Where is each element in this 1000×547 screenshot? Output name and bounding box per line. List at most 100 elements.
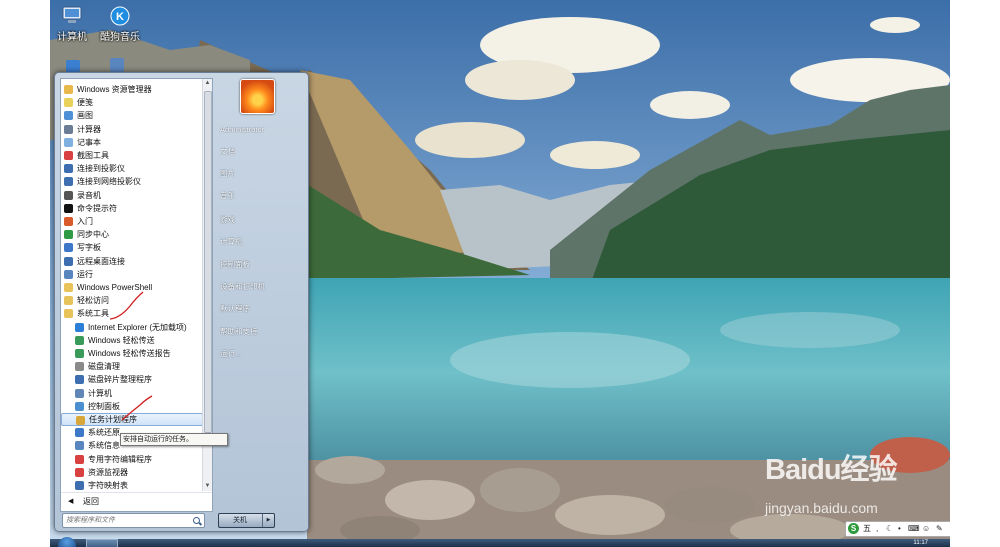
program-item[interactable]: Internet Explorer (无加载项) [61, 321, 201, 334]
program-label: 系统工具 [77, 309, 109, 319]
paint-icon [64, 111, 73, 121]
desktop-screen: 计算机 K 酷狗音乐 Baidu经验 jingyan.baidu.com S 五… [50, 0, 950, 547]
program-item[interactable]: 磁盘碎片整理程序 [61, 373, 201, 386]
program-item[interactable]: 专用字符编辑程序 [61, 453, 201, 466]
program-item[interactable]: 画图 [61, 109, 201, 122]
program-label: 便笺 [77, 98, 93, 108]
program-label: Windows 轻松传送报告 [88, 349, 171, 358]
program-item[interactable]: 远程桌面连接 [61, 255, 201, 268]
program-label: Internet Explorer (无加载项) [88, 322, 187, 332]
program-label: 系统还原 [88, 428, 120, 438]
start-right-item[interactable]: 音乐 [216, 189, 308, 203]
program-label: 远程桌面连接 [77, 256, 125, 266]
watermark-brand: Baidu经验 [765, 454, 898, 486]
program-item[interactable]: 记事本 [61, 136, 201, 149]
ime-toolbar[interactable]: S 五 , ☾ • ⌨ ☺ ✎ [845, 521, 950, 537]
search-icon[interactable] [193, 517, 200, 524]
start-right-item[interactable]: 运行... [216, 347, 308, 361]
keyboard-icon[interactable]: ⌨ [908, 522, 920, 536]
program-item[interactable]: Windows 轻松传送 [61, 334, 201, 347]
program-label: 画图 [77, 111, 93, 121]
skin-icon[interactable]: ☺ [922, 522, 930, 536]
desktop-icon-kugou[interactable]: K 酷狗音乐 [90, 6, 150, 43]
start-search-box[interactable] [62, 513, 205, 528]
program-item[interactable]: 计算机 [61, 387, 201, 400]
comma-icon[interactable]: • [898, 522, 901, 536]
program-item[interactable]: 命令提示符 [61, 202, 201, 215]
easy-transfer-report-icon [75, 349, 84, 358]
program-item[interactable]: 入门 [61, 215, 201, 228]
program-item[interactable]: 磁盘清理 [61, 360, 201, 373]
desktop-shortcut-icon[interactable] [110, 58, 124, 72]
program-label: 任务计划程序 [89, 415, 137, 424]
back-button[interactable]: ◀ 返回 [61, 492, 212, 511]
program-item[interactable]: 录音机 [61, 189, 201, 202]
tooltip: 安排自动运行的任务。 [120, 433, 228, 446]
taskbar-app-button[interactable] [86, 539, 118, 547]
projector-icon [64, 164, 73, 174]
program-item[interactable]: 字符映射表 [61, 479, 201, 492]
shutdown-options-arrow-icon[interactable]: ▶ [262, 514, 274, 527]
char-map-icon [75, 481, 84, 490]
start-right-item[interactable]: 设备和打印机 [216, 280, 308, 294]
taskbar-clock[interactable]: 11:17 [913, 539, 928, 547]
task-scheduler-icon [76, 416, 85, 425]
sogou-ime-icon[interactable]: S [848, 523, 859, 534]
start-menu: Windows 资源管理器便笺画图计算器 记事本 截图工具 连接到投影仪 连接到网络投影… [54, 72, 309, 532]
program-item[interactable]: Windows PowerShell [61, 281, 201, 294]
scroll-thumb[interactable] [204, 91, 212, 433]
scroll-up-arrow-icon[interactable]: ▲ [203, 79, 212, 88]
program-label: 轻松访问 [77, 296, 109, 306]
network-projector-icon [64, 177, 73, 187]
desktop-shortcut-icon[interactable] [66, 60, 80, 72]
ime-mode-label[interactable]: 五 [863, 522, 871, 536]
scroll-down-arrow-icon[interactable]: ▼ [203, 482, 212, 491]
start-right-item[interactable]: 计算机 [216, 235, 308, 249]
program-item[interactable]: Windows 轻松传送报告 [61, 347, 201, 360]
start-right-item[interactable]: 游戏 [216, 213, 308, 227]
program-item[interactable]: 计算器 [61, 123, 201, 136]
start-right-item[interactable]: 图片 [216, 167, 308, 181]
folder-icon [64, 283, 73, 292]
program-item[interactable]: 连接到投影仪 [61, 162, 201, 175]
program-item[interactable]: 控制面板 [61, 400, 201, 413]
program-item[interactable]: 截图工具 [61, 149, 201, 162]
notepad-icon [64, 137, 73, 147]
start-right-item[interactable]: 控制面板 [216, 258, 308, 272]
program-label: 磁盘清理 [88, 362, 120, 372]
sticky-notes-icon [64, 98, 73, 108]
start-right-item[interactable]: 帮助和支持 [216, 325, 308, 339]
program-label: 录音机 [77, 190, 101, 200]
microphone-icon [64, 190, 73, 200]
start-button-orb-icon[interactable] [58, 537, 76, 547]
program-list-scrollbar[interactable]: ▲ ▼ [202, 79, 212, 491]
getting-started-icon [64, 217, 73, 226]
program-item[interactable]: 便笺 [61, 96, 201, 109]
program-item[interactable]: 写字板 [61, 241, 201, 254]
program-list: Windows 资源管理器便笺画图计算器 记事本 截图工具 连接到投影仪 连接到网络投影… [61, 79, 203, 491]
user-name-link[interactable]: Administrator [216, 123, 308, 137]
user-avatar[interactable] [240, 79, 275, 114]
program-item[interactable]: 运行 [61, 268, 201, 281]
desktop-icon-label: 酷狗音乐 [100, 32, 140, 43]
start-search-input[interactable] [66, 514, 184, 527]
start-right-item[interactable]: 默认程序 [216, 302, 308, 316]
kugou-icon: K [109, 6, 131, 26]
program-item[interactable]: 轻松访问 [61, 294, 201, 307]
wrench-icon[interactable]: ✎ [936, 522, 943, 536]
program-item[interactable]: 资源监视器 [61, 466, 201, 479]
start-right-item[interactable]: 文档 [216, 145, 308, 159]
system-info-icon [75, 441, 84, 451]
punctuation-icon[interactable]: , [876, 522, 878, 536]
program-item[interactable]: Windows 资源管理器 [61, 83, 201, 96]
program-label: 资源监视器 [88, 467, 128, 477]
program-label: 运行 [77, 269, 93, 279]
program-item[interactable]: 任务计划程序 [61, 413, 203, 426]
program-label: 计算机 [88, 388, 112, 398]
program-item[interactable]: 系统工具 [61, 307, 201, 320]
easy-transfer-icon [75, 335, 84, 345]
program-item[interactable]: 同步中心 [61, 228, 201, 241]
shutdown-button[interactable]: 关机 ▶ [218, 513, 275, 528]
moon-icon[interactable]: ☾ [886, 522, 893, 536]
program-item[interactable]: 连接到网络投影仪 [61, 175, 201, 188]
